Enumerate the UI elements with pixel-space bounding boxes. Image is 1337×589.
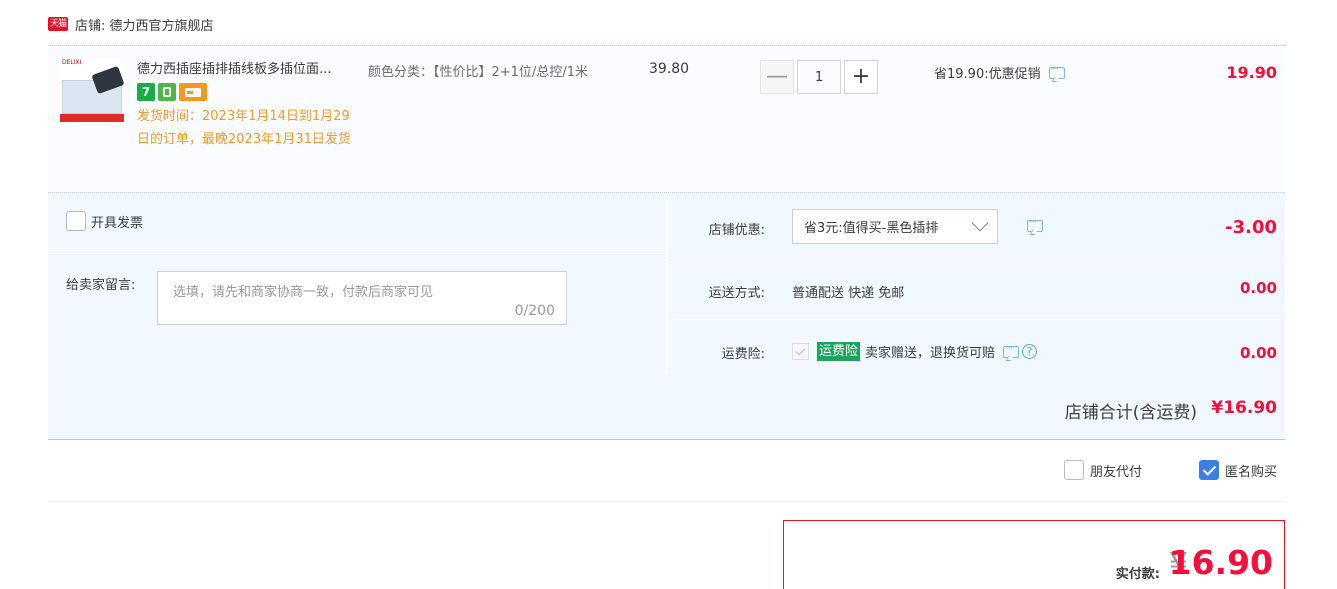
promotion-text: 省19.90:优惠促销 (934, 67, 1041, 82)
quantity-stepper: — 1 + (760, 60, 878, 94)
quantity-input[interactable]: 1 (797, 60, 841, 94)
payment-label: 实付款: (1115, 567, 1160, 582)
message-char-count: 0/200 (514, 303, 555, 319)
coupon-label: 店铺优惠: (708, 223, 765, 238)
seven-day-return-icon: 7 (137, 83, 155, 101)
friend-pay-checkbox[interactable] (1064, 460, 1084, 480)
quantity-increase-button[interactable]: + (844, 60, 878, 94)
order-item-row: DELIXI 德力西插座插排插线板多插位面... 7 发货时间：2023年1月1… (48, 46, 1285, 192)
options-right-panel: 店铺优惠: 省3元:值得买-黑色插排 -3.00 运送方式: 普通配送 快递 免… (668, 193, 1285, 375)
shop-total-amount: ¥16.90 (1211, 398, 1277, 418)
shop-header: 天猫 店铺: 德力西官方旗舰店 (48, 14, 214, 34)
divider (48, 501, 1285, 502)
shipping-amount: 0.00 (1239, 279, 1277, 297)
sku-info: 颜色分类：【性价比】2+1位/总控/1米 (368, 65, 588, 80)
tmall-icon: 天猫 (48, 17, 68, 31)
shop-total-label: 店铺合计(含运费) (1064, 403, 1197, 423)
seller-message-input[interactable]: 选填，请先和商家协商一致，付款后商家可见 0/200 (157, 271, 567, 325)
payment-summary-box: 实付款: ¥ 16.90 (783, 520, 1285, 589)
product-title[interactable]: 德力西插座插排插线板多插位面... (137, 61, 362, 79)
shipping-label: 运送方式: (708, 286, 765, 301)
divider (668, 319, 1285, 320)
quantity-decrease-button[interactable]: — (760, 60, 794, 94)
options-left-panel: 开具发票 给卖家留言: 选填，请先和商家协商一致，付款后商家可见 0/200 (48, 193, 666, 375)
insurance-option: 运费险 卖家赠送，退换货可赔 ? (792, 341, 1038, 361)
service-badges: 7 (137, 83, 207, 101)
payment-amount: 16.90 (1168, 543, 1273, 582)
insurance-badge: 运费险 (817, 342, 861, 361)
anonymous-purchase-label: 匿名购买 (1225, 464, 1278, 480)
friend-pay-option[interactable]: 朋友代付 (1064, 460, 1142, 480)
coupon-amount: -3.00 (1225, 217, 1277, 238)
shop-name[interactable]: 店铺: 德力西官方旗舰店 (75, 15, 214, 34)
coupon-selected-value: 省3元:值得买-黑色插排 (804, 221, 939, 236)
refund-icon (158, 83, 176, 101)
promotion-info: 省19.90:优惠促销 (934, 62, 1065, 82)
seller-message-label: 给卖家留言: (66, 278, 136, 293)
help-icon[interactable]: ? (1022, 344, 1038, 359)
anonymous-purchase-checkbox[interactable] (1199, 460, 1219, 480)
insurance-label: 运费险: (721, 347, 765, 362)
chevron-down-icon (971, 214, 989, 232)
seller-message-placeholder: 选填，请先和商家协商一致，付款后商家可见 (173, 285, 434, 300)
chat-icon[interactable] (1048, 62, 1065, 79)
insurance-amount: 0.00 (1239, 344, 1277, 362)
shipping-time-note: 发货时间：2023年1月14日到1月29日的订单，最晚2023年1月31日发货 (137, 109, 351, 147)
friend-pay-label: 朋友代付 (1090, 464, 1143, 480)
invoice-label: 开具发票 (91, 215, 144, 231)
insurance-checkbox (792, 343, 809, 360)
divider (668, 257, 1285, 258)
invoice-checkbox[interactable] (66, 211, 86, 231)
coupon-select[interactable]: 省3元:值得买-黑色插排 (792, 209, 998, 244)
chat-icon[interactable] (1027, 215, 1043, 232)
order-options: 开具发票 给卖家留言: 选填，请先和商家协商一致，付款后商家可见 0/200 店… (48, 193, 1285, 375)
shop-total-bar: 店铺合计(含运费) ¥16.90 (48, 375, 1285, 440)
shipping-method: 普通配送 快递 免邮 (792, 286, 905, 301)
anonymous-purchase-option[interactable]: 匿名购买 (1199, 460, 1277, 480)
insurance-text: 卖家赠送，退换货可赔 (865, 346, 996, 361)
chat-icon[interactable] (1003, 341, 1020, 358)
item-total: 19.90 (1226, 63, 1277, 82)
unit-price: 39.80 (649, 61, 690, 77)
invoice-option[interactable]: 开具发票 (66, 211, 143, 231)
card-icon (179, 83, 207, 101)
product-thumbnail[interactable]: DELIXI (60, 58, 124, 122)
divider (48, 250, 666, 251)
